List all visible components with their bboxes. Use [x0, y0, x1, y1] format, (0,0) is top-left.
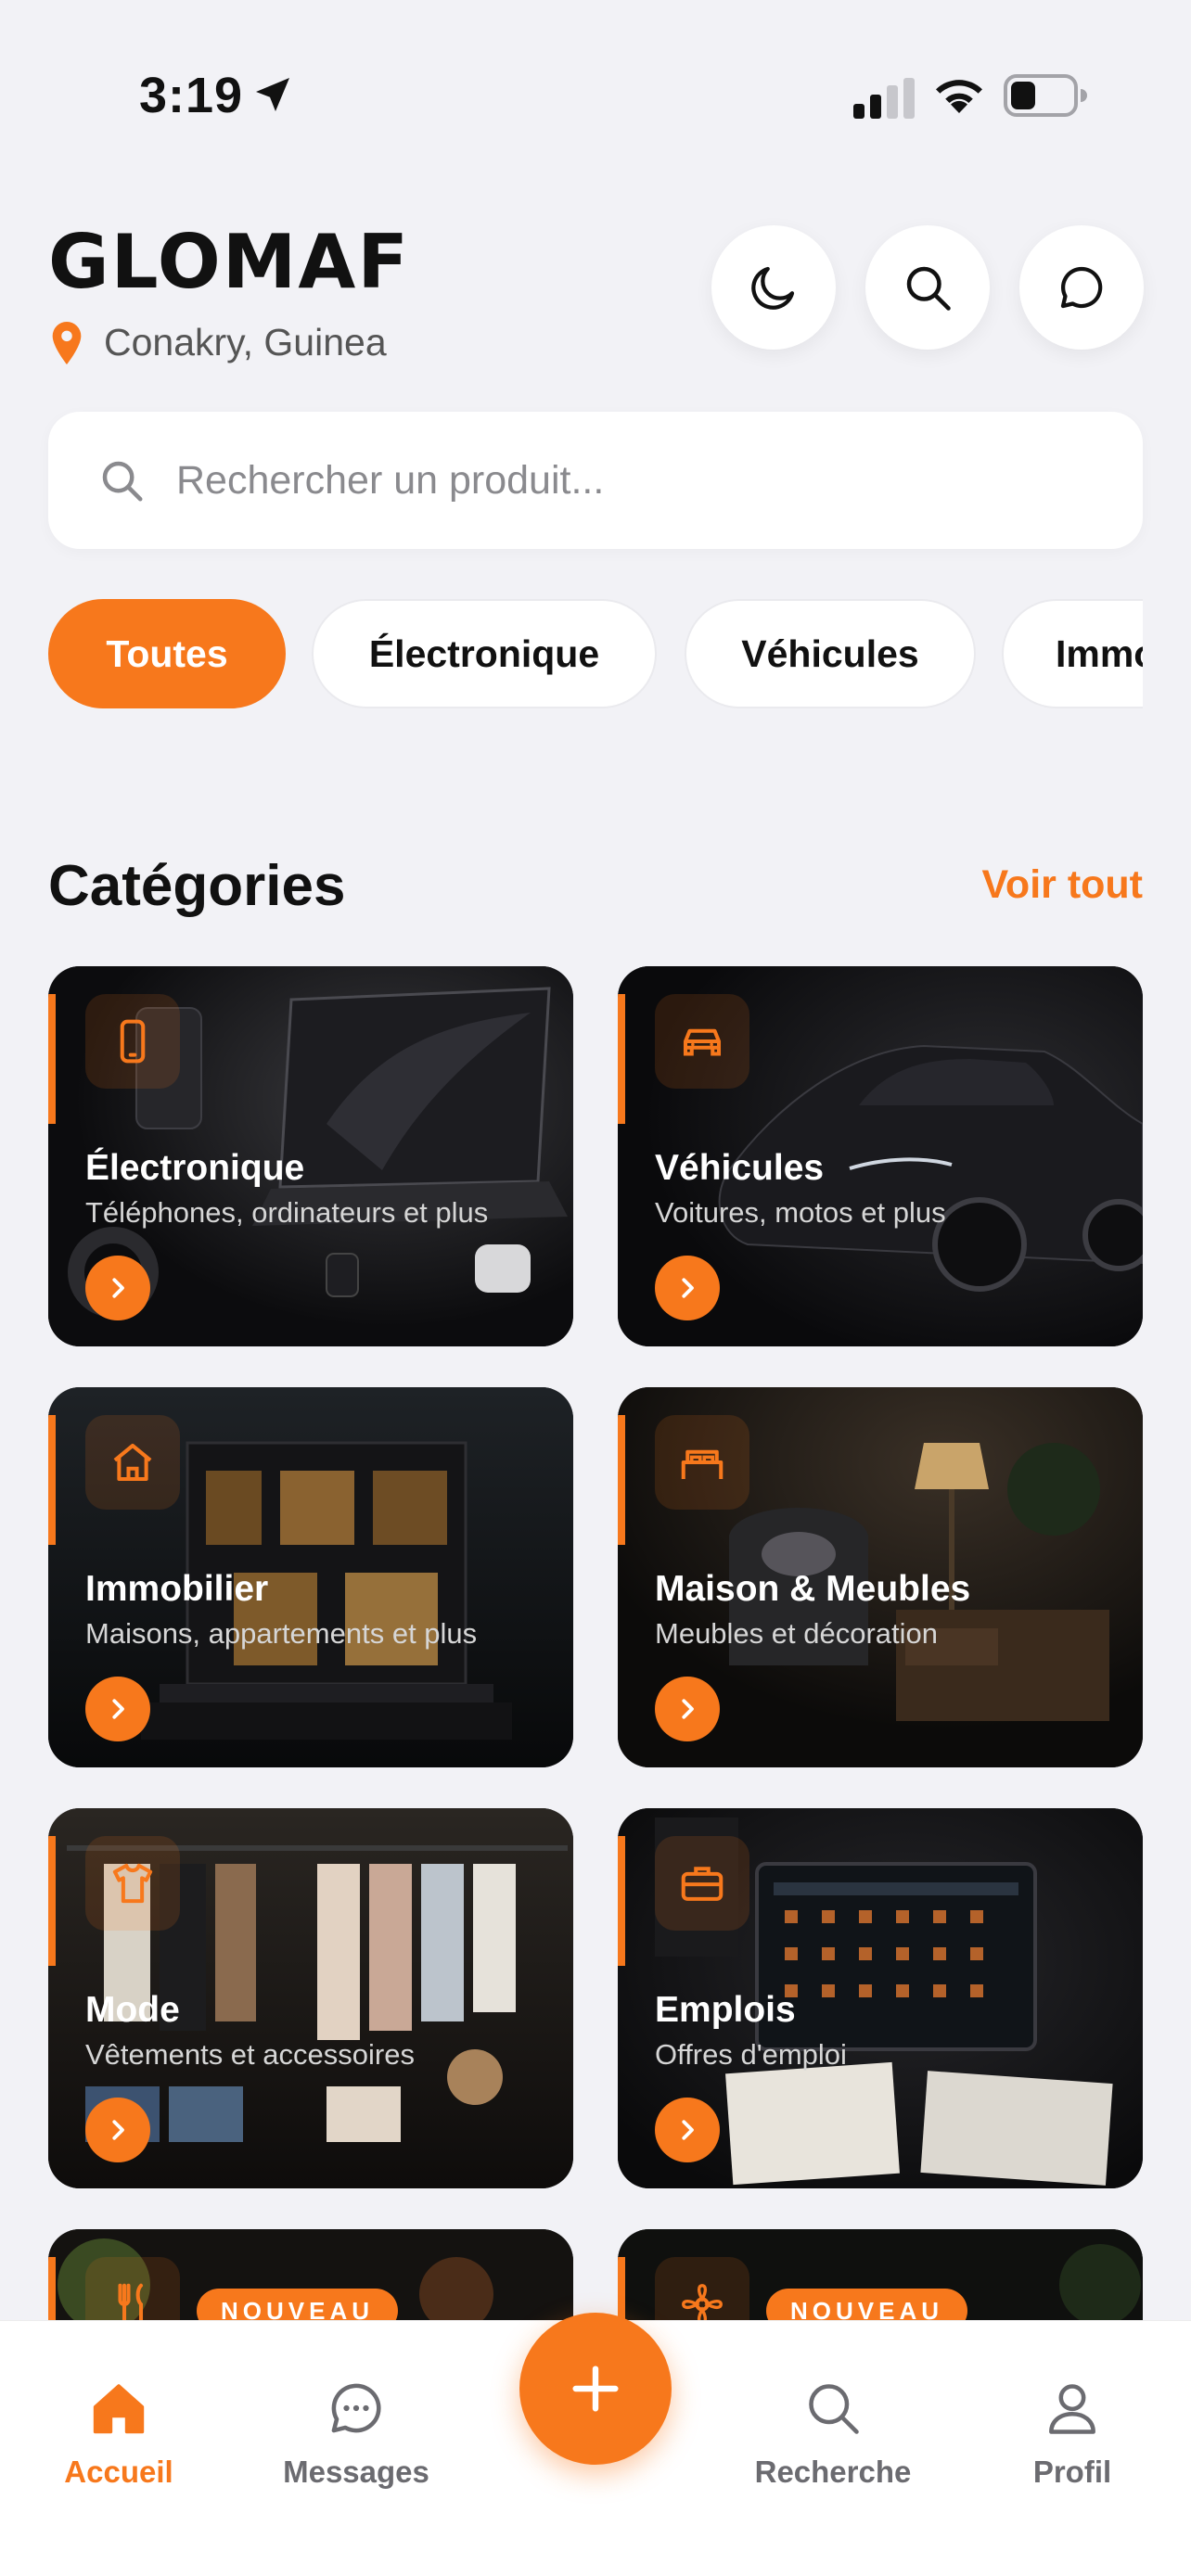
category-card-immobilier[interactable]: Immobilier Maisons, appartements et plus: [48, 1387, 573, 1767]
cellular-signal-icon: [853, 78, 915, 119]
category-icon-box: [85, 994, 180, 1089]
phone-icon: [120, 1019, 146, 1064]
category-title: Électronique: [85, 1148, 305, 1188]
category-card-maison-meubles[interactable]: Maison & Meubles Meubles et décoration: [618, 1387, 1143, 1767]
category-open-button[interactable]: [655, 2098, 720, 2162]
card-accent-bar: [618, 1836, 625, 1966]
category-open-button[interactable]: [655, 1256, 720, 1320]
category-subtitle: Voitures, motos et plus: [655, 1196, 946, 1229]
category-subtitle: Téléphones, ordinateurs et plus: [85, 1196, 489, 1229]
category-subtitle: Vêtements et accessoires: [85, 2038, 415, 2071]
category-title: Véhicules: [655, 1148, 825, 1188]
category-title: Maison & Meubles: [655, 1569, 971, 1609]
filter-chips: Toutes Électronique Véhicules Immo: [48, 599, 1143, 710]
chevron-right-icon: [112, 1699, 124, 1719]
add-listing-button[interactable]: [519, 2313, 672, 2465]
search-icon: [809, 2384, 859, 2434]
category-open-button[interactable]: [655, 1677, 720, 1741]
messages-icon: [331, 2383, 381, 2433]
tab-label: Accueil: [64, 2455, 173, 2489]
category-open-button[interactable]: [85, 1256, 150, 1320]
category-icon-box: [85, 1836, 180, 1931]
category-title: Emplois: [655, 1990, 796, 2030]
search-input[interactable]: [176, 457, 1104, 504]
briefcase-icon: [681, 1867, 724, 1901]
shirt-icon: [112, 1863, 153, 1904]
categories-title: Catégories: [48, 854, 346, 918]
tab-messages[interactable]: Messages: [263, 2377, 449, 2490]
car-icon: [683, 1028, 722, 1056]
chat-bubble-icon: [1060, 266, 1103, 309]
see-all-link[interactable]: Voir tout: [981, 862, 1143, 908]
chip-immobilier[interactable]: Immo: [1002, 599, 1143, 708]
tab-label: Profil: [1032, 2455, 1112, 2489]
category-subtitle: Maisons, appartements et plus: [85, 1617, 478, 1650]
category-card-emplois[interactable]: Emplois Offres d'emploi: [618, 1808, 1143, 2188]
tab-accueil[interactable]: Accueil: [26, 2377, 211, 2490]
search-button[interactable]: [865, 225, 990, 350]
chip-toutes[interactable]: Toutes: [48, 599, 286, 708]
moon-icon: [751, 266, 795, 310]
chip-electronique[interactable]: Électronique: [312, 599, 657, 708]
wifi-icon: [936, 80, 982, 113]
tab-label: Messages: [283, 2455, 429, 2489]
brand-title: GLOMAF: [48, 219, 410, 305]
category-subtitle: Offres d'emploi: [655, 2038, 847, 2071]
location-row[interactable]: Conakry, Guinea: [48, 321, 387, 364]
home-icon: [93, 2384, 145, 2434]
tab-recherche[interactable]: Recherche: [740, 2377, 926, 2490]
card-accent-bar: [618, 994, 625, 1124]
status-bar: 3:19: [0, 0, 1191, 123]
search-icon: [906, 266, 951, 311]
theme-toggle-button[interactable]: [711, 225, 836, 350]
chevron-right-icon: [682, 1699, 694, 1719]
category-card-electronique[interactable]: Électronique Téléphones, ordinateurs et …: [48, 966, 573, 1346]
category-icon-box: [655, 994, 749, 1089]
search-bar[interactable]: [48, 412, 1143, 549]
category-subtitle: Meubles et décoration: [655, 1617, 939, 1650]
chat-button[interactable]: [1019, 225, 1144, 350]
status-time: 3:19: [139, 68, 244, 123]
search-icon: [102, 461, 143, 502]
tab-label: Recherche: [754, 2455, 912, 2489]
category-icon-box: [655, 1836, 749, 1931]
card-accent-bar: [48, 1415, 56, 1545]
category-icon-box: [85, 1415, 180, 1510]
user-icon: [1049, 2384, 1095, 2434]
chevron-right-icon: [682, 2120, 694, 2140]
battery-icon: [1004, 74, 1087, 117]
location-label: Conakry, Guinea: [104, 321, 387, 363]
category-open-button[interactable]: [85, 2098, 150, 2162]
tab-profil[interactable]: Profil: [980, 2377, 1165, 2490]
card-accent-bar: [48, 994, 56, 1124]
category-title: Immobilier: [85, 1569, 269, 1609]
card-accent-bar: [48, 1836, 56, 1966]
category-card-vehicules[interactable]: Véhicules Voitures, motos et plus: [618, 966, 1143, 1346]
category-open-button[interactable]: [85, 1677, 150, 1741]
house-icon: [113, 1443, 152, 1482]
chevron-right-icon: [112, 2120, 124, 2140]
chip-vehicules[interactable]: Véhicules: [685, 599, 976, 708]
location-arrow-icon: [256, 78, 289, 111]
category-card-mode[interactable]: Mode Vêtements et accessoires: [48, 1808, 573, 2188]
plus-icon: [572, 2366, 619, 2412]
location-pin-icon: [52, 321, 82, 364]
category-icon-box: [655, 1415, 749, 1510]
chevron-right-icon: [682, 1278, 694, 1298]
category-title: Mode: [85, 1990, 180, 2030]
bed-icon: [681, 1449, 724, 1479]
chevron-right-icon: [112, 1278, 124, 1298]
home-indicator: [464, 2548, 727, 2557]
card-accent-bar: [618, 1415, 625, 1545]
